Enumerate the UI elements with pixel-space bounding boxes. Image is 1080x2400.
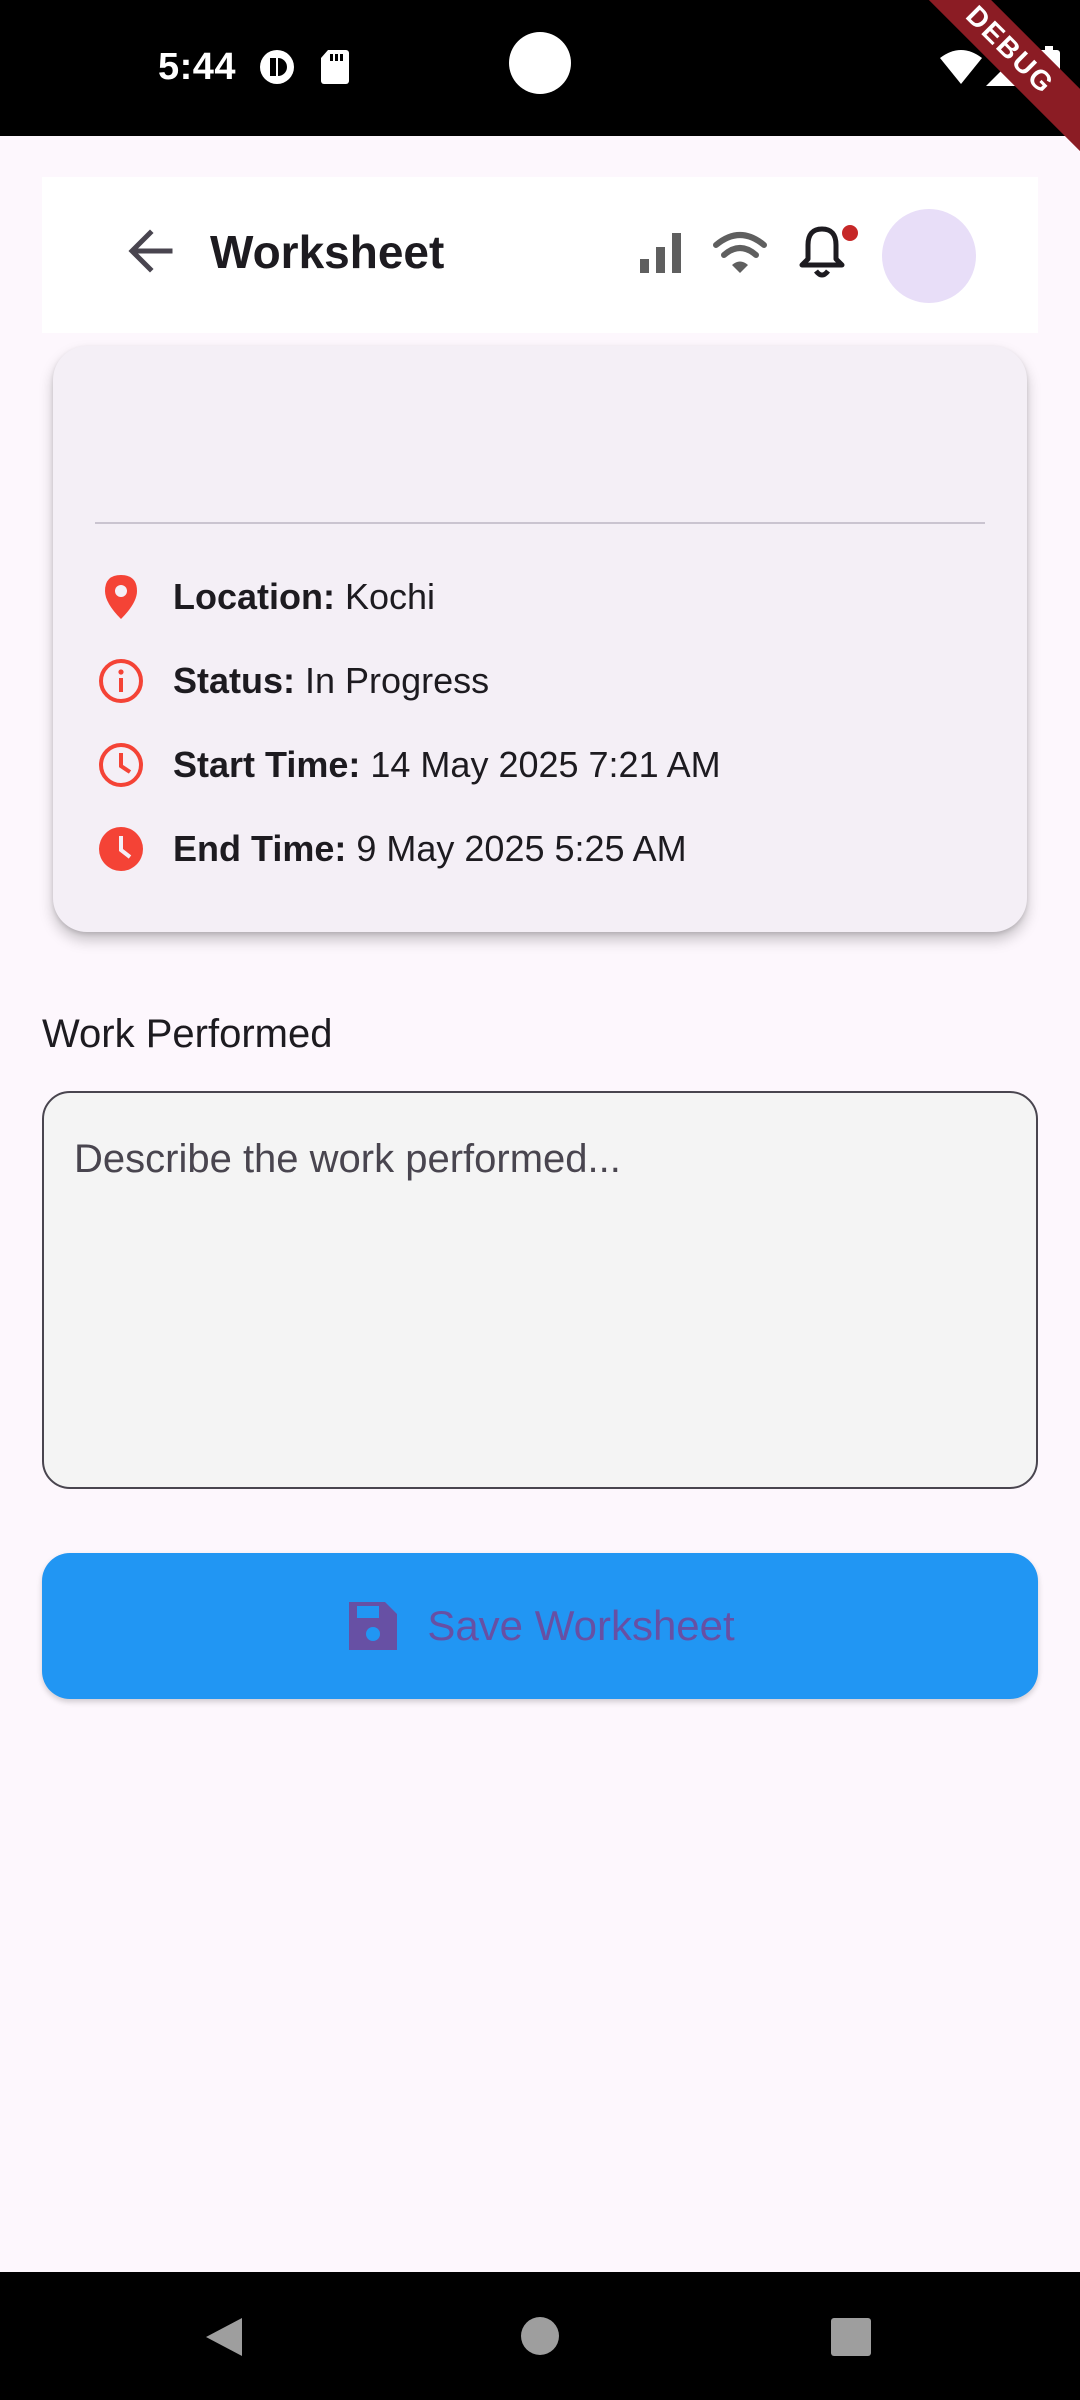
wifi-status-icon bbox=[940, 50, 982, 89]
card-divider bbox=[95, 522, 985, 524]
app-bar: Worksheet bbox=[42, 177, 1038, 333]
avatar[interactable] bbox=[882, 209, 976, 303]
clock-filled-icon bbox=[95, 823, 147, 875]
end-time-label: End Time: bbox=[173, 828, 347, 869]
status-value: In Progress bbox=[305, 660, 490, 701]
start-time-row: Start Time: 14 May 2025 7:21 AM bbox=[95, 735, 985, 795]
page-title: Worksheet bbox=[210, 226, 445, 278]
end-time-row: End Time: 9 May 2025 5:25 AM bbox=[95, 819, 985, 879]
status-row: Status: In Progress bbox=[95, 651, 985, 711]
clock-outline-icon bbox=[95, 739, 147, 791]
status-time: 5:44 bbox=[158, 46, 237, 88]
status-label: Status: bbox=[173, 660, 296, 701]
nav-home-icon[interactable] bbox=[521, 2317, 559, 2360]
work-performed-input[interactable] bbox=[42, 1091, 1038, 1489]
worksheet-info-card: Location: Kochi Status: In Progress Star… bbox=[53, 346, 1027, 932]
sd-card-icon bbox=[320, 50, 350, 89]
location-pin-icon bbox=[95, 571, 147, 623]
nav-recents-icon[interactable] bbox=[831, 2318, 871, 2361]
end-time-value: 9 May 2025 5:25 AM bbox=[356, 828, 687, 869]
save-worksheet-button[interactable]: Save Worksheet bbox=[42, 1553, 1038, 1699]
system-nav-bar bbox=[0, 2272, 1080, 2400]
work-performed-label: Work Performed bbox=[42, 1012, 333, 1056]
location-row: Location: Kochi bbox=[95, 567, 985, 627]
save-icon bbox=[345, 1598, 401, 1654]
wifi-icon bbox=[712, 229, 768, 280]
notification-badge bbox=[842, 225, 858, 241]
info-icon bbox=[95, 655, 147, 707]
save-button-label: Save Worksheet bbox=[427, 1602, 735, 1649]
nav-back-icon[interactable] bbox=[204, 2316, 244, 2363]
back-arrow-icon[interactable] bbox=[120, 221, 180, 281]
start-time-value: 14 May 2025 7:21 AM bbox=[370, 744, 721, 785]
status-bar: 5:44 DEBUG bbox=[0, 0, 1080, 165]
start-time-label: Start Time: bbox=[173, 744, 361, 785]
location-label: Location: bbox=[173, 576, 335, 617]
camera-cutout bbox=[509, 32, 571, 94]
app-notification-icon bbox=[258, 48, 296, 91]
notification-bell-icon[interactable] bbox=[798, 223, 846, 284]
location-value: Kochi bbox=[344, 576, 436, 617]
signal-strength-icon bbox=[638, 229, 684, 280]
